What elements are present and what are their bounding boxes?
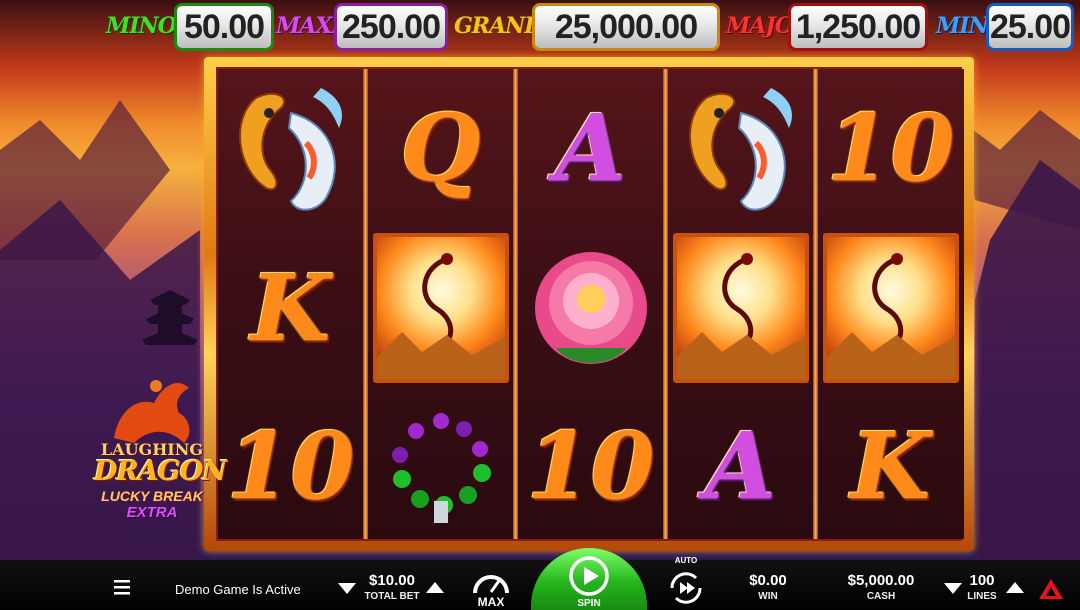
max-bet-label: MAX: [477, 595, 505, 609]
jackpot-bar: MINOR 50.00 MAXI 250.00 GRAND 25,000.00 …: [0, 3, 1080, 53]
symbol-10: 10: [218, 387, 363, 545]
autoplay-label: AUTO: [674, 556, 698, 565]
peony-flower-icon: [534, 252, 647, 364]
jackpot-major: MAJOR 1,250.00: [726, 3, 928, 53]
jackpot-mini: MINI 25.00: [936, 3, 1074, 53]
jackpot-grand-value: 25,000.00: [532, 3, 720, 51]
bet-increase-button[interactable]: [426, 582, 444, 593]
jackpot-minor-value: 50.00: [174, 3, 274, 51]
lines-value: 100: [969, 572, 995, 589]
symbol-10: 10: [818, 69, 963, 227]
symbol-10-label: 10: [826, 94, 955, 202]
jackpot-mini-value: 25.00: [986, 3, 1074, 51]
total-bet-value: $10.00: [369, 572, 415, 589]
symbol-koi-fish: [218, 69, 363, 227]
reel-3: A 10: [518, 69, 663, 539]
jackpot-grand-label: GRAND: [454, 13, 543, 39]
moon-dragon-icon: [672, 233, 809, 383]
lines-increase-button[interactable]: [1006, 582, 1024, 593]
symbol-10: 10: [518, 387, 663, 545]
jackpot-maxi-label: MAXI: [276, 13, 342, 39]
symbol-a-label: A: [554, 94, 627, 202]
logo-line-3: LUCKY BREAK: [101, 488, 203, 504]
symbol-q: Q: [368, 69, 513, 227]
game-logo: LAUGHING DRAGON LUCKY BREAK EXTRA: [94, 368, 227, 548]
koi-fish-icon: [238, 88, 342, 211]
symbol-k-label: K: [250, 254, 331, 362]
cash-value: $5,000.00: [847, 572, 915, 589]
jackpot-minor: MINOR 50.00: [106, 3, 274, 53]
reel-2: Q: [368, 69, 513, 539]
autoplay-icon: [670, 572, 702, 604]
symbol-moon-dragon: [368, 229, 513, 387]
jackpot-major-value: 1,250.00: [788, 3, 928, 51]
reel-4: A: [668, 69, 813, 539]
moon-dragon-icon: [822, 233, 959, 383]
play-icon: [569, 556, 609, 596]
symbol-a: A: [518, 69, 663, 227]
jackpot-maxi-value: 250.00: [334, 3, 448, 51]
symbol-q-label: Q: [400, 94, 481, 202]
jackpot-maxi: MAXI 250.00: [276, 3, 448, 53]
reel-5: 10 K: [818, 69, 964, 539]
spin-label: SPIN: [577, 598, 601, 609]
dragon-rider-icon: [114, 380, 190, 443]
symbol-a: A: [668, 387, 813, 545]
speedometer-icon: [473, 575, 509, 594]
autoplay-button[interactable]: AUTO: [664, 556, 708, 610]
menu-button[interactable]: [114, 578, 130, 596]
lines-label: LINES: [967, 591, 997, 602]
symbol-koi-fish: [668, 69, 813, 227]
symbol-10-label: 10: [226, 412, 355, 520]
koi-fish-icon: [688, 88, 792, 211]
symbol-peony-flower: [518, 229, 663, 387]
cash-label: CASH: [866, 591, 896, 602]
max-bet-button[interactable]: MAX: [470, 566, 512, 610]
symbol-bead-bracelet: [368, 387, 513, 545]
brand-logo-icon: [1039, 579, 1063, 599]
symbol-10-label: 10: [526, 412, 655, 520]
logo-line-4: EXTRA: [126, 504, 178, 521]
moon-dragon-icon: [372, 233, 509, 383]
jackpot-grand: GRAND 25,000.00: [454, 3, 720, 53]
logo-line-2: DRAGON: [94, 456, 227, 487]
symbol-k-label: K: [850, 412, 931, 520]
symbol-k: K: [818, 387, 963, 545]
symbol-moon-dragon: [668, 229, 813, 387]
win-label: WIN: [758, 591, 778, 602]
reel-1: K 10: [218, 69, 363, 539]
bead-bracelet-icon: [391, 413, 491, 523]
reel-grid: K 10 Q A 10 A 10 K: [216, 67, 964, 541]
symbol-moon-dragon: [818, 229, 963, 387]
symbol-k: K: [218, 229, 363, 387]
reel-frame: K 10 Q A 10 A 10 K: [204, 57, 974, 551]
win-value: $0.00: [749, 572, 787, 589]
hamburger-icon: [114, 580, 130, 595]
symbol-a-label: A: [704, 412, 777, 520]
demo-status-text: Demo Game Is Active: [175, 582, 301, 597]
total-bet-label: TOTAL BET: [364, 591, 420, 602]
